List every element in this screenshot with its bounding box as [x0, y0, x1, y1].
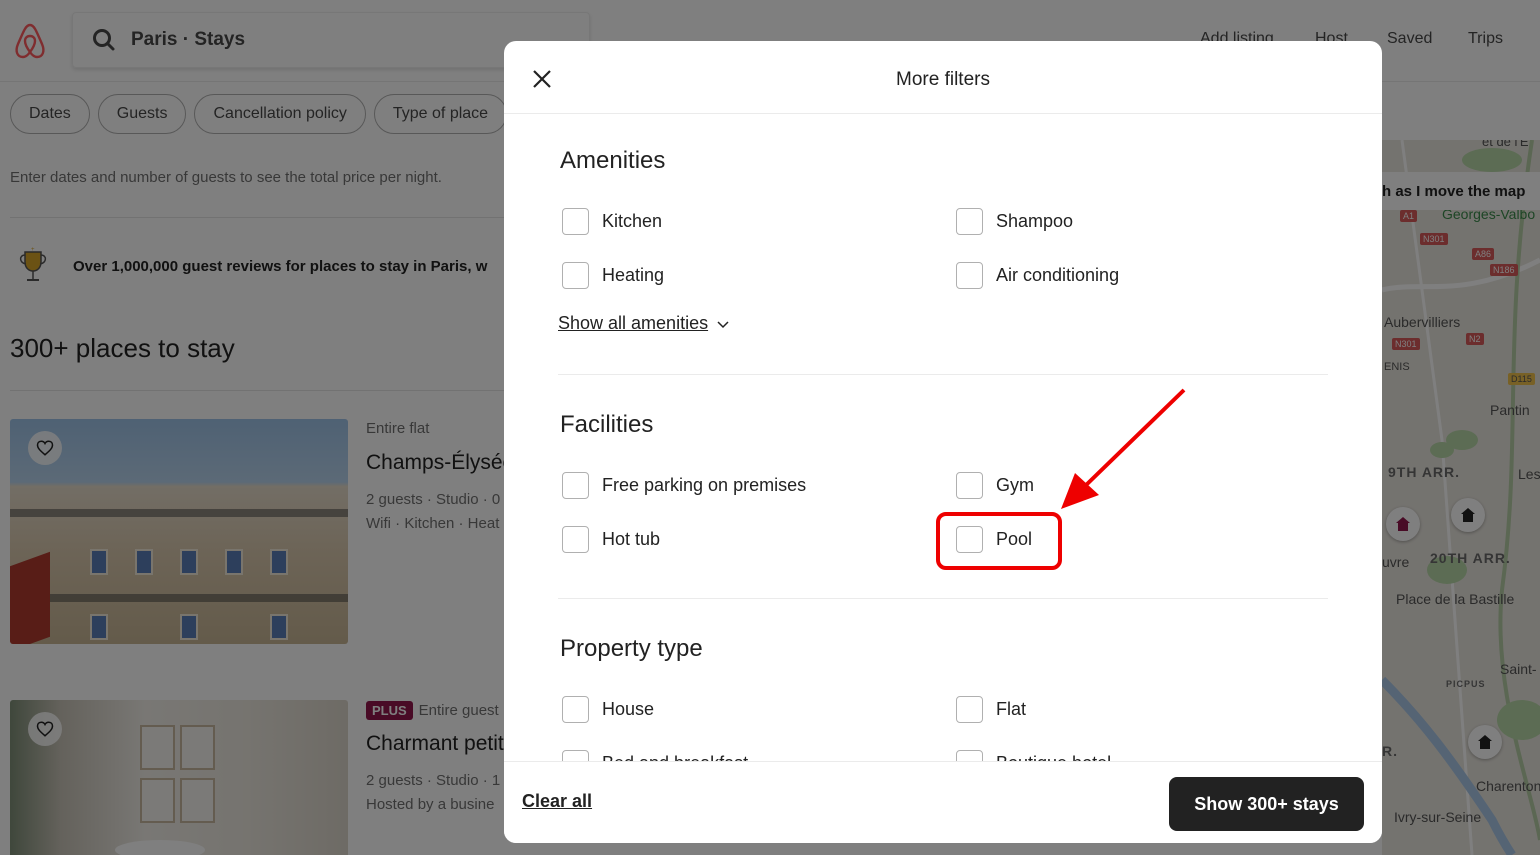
option-air-conditioning[interactable]: Air conditioning — [956, 262, 1119, 289]
checkbox[interactable] — [562, 526, 589, 553]
more-filters-modal: More filters Amenities Kitchen Shampoo H… — [504, 41, 1382, 843]
option-label: Bed and breakfast — [602, 753, 748, 761]
modal-header: More filters — [504, 41, 1382, 114]
show-all-label: Show all amenities — [558, 313, 709, 333]
chevron-down-icon — [717, 320, 729, 328]
checkbox[interactable] — [562, 750, 589, 761]
option-label: Shampoo — [996, 211, 1074, 231]
option-bed-and-breakfast[interactable]: Bed and breakfast — [562, 750, 748, 761]
section-title: Property type — [560, 635, 703, 662]
checkbox[interactable] — [562, 262, 589, 289]
option-gym[interactable]: Gym — [956, 472, 1034, 499]
show-stays-button[interactable]: Show 300+ stays — [1169, 777, 1364, 831]
option-shampoo[interactable]: Shampoo — [956, 208, 1073, 235]
modal-footer: Clear all Show 300+ stays — [504, 761, 1382, 843]
option-label: Kitchen — [602, 211, 663, 231]
option-label: Flat — [996, 699, 1027, 719]
pool-highlight-annotation — [936, 512, 1062, 570]
red-arrow-annotation — [1061, 388, 1186, 509]
checkbox[interactable] — [956, 208, 983, 235]
checkbox[interactable] — [956, 262, 983, 289]
option-boutique-hotel[interactable]: Boutique hotel — [956, 750, 1111, 761]
option-label: Air conditioning — [996, 265, 1120, 285]
option-hot-tub[interactable]: Hot tub — [562, 526, 660, 553]
checkbox[interactable] — [562, 472, 589, 499]
option-kitchen[interactable]: Kitchen — [562, 208, 662, 235]
show-all-amenities-link[interactable]: Show all amenities — [558, 313, 729, 334]
option-label: Heating — [602, 265, 665, 285]
section-title: Amenities — [560, 147, 666, 174]
checkbox[interactable] — [562, 208, 589, 235]
checkbox[interactable] — [956, 696, 983, 723]
checkbox[interactable] — [956, 750, 983, 761]
modal-title: More filters — [896, 69, 990, 90]
option-label: Hot tub — [602, 529, 661, 549]
clear-all-button[interactable]: Clear all — [522, 791, 592, 812]
section-title: Facilities — [560, 411, 654, 438]
modal-body[interactable]: Amenities Kitchen Shampoo Heating Air co… — [504, 115, 1382, 761]
option-label: Gym — [996, 475, 1034, 495]
option-label: Free parking on premises — [602, 475, 807, 495]
checkbox[interactable] — [562, 696, 589, 723]
option-flat[interactable]: Flat — [956, 696, 1026, 723]
option-heating[interactable]: Heating — [562, 262, 664, 289]
option-label: House — [602, 699, 655, 719]
option-label: Boutique hotel — [996, 753, 1111, 761]
checkbox[interactable] — [956, 472, 983, 499]
section-divider — [558, 374, 1328, 375]
section-divider — [558, 598, 1328, 599]
option-house[interactable]: House — [562, 696, 654, 723]
option-free-parking[interactable]: Free parking on premises — [562, 472, 806, 499]
